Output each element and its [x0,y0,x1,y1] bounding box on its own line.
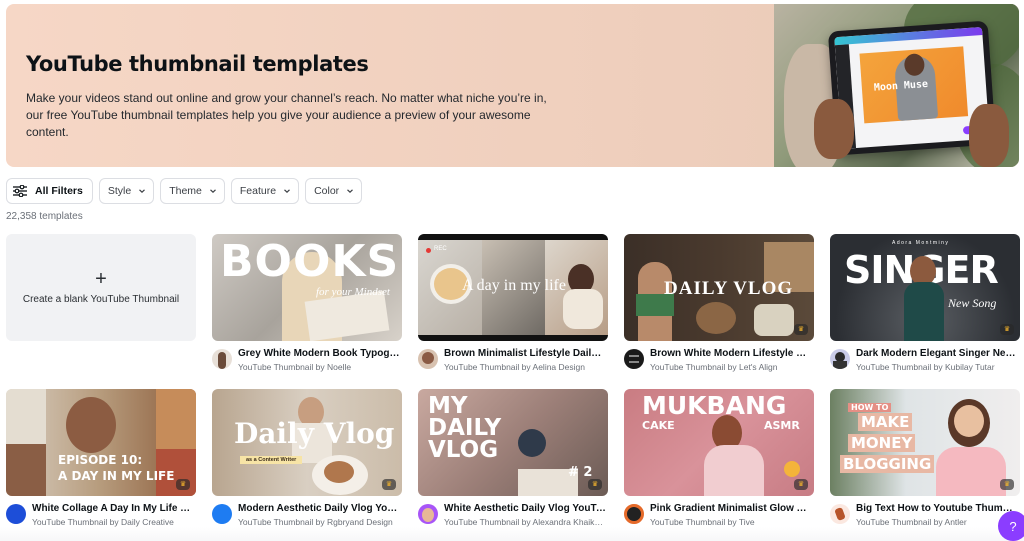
template-title[interactable]: White Collage A Day In My Life Vlo... [32,503,194,515]
thumbnail-subtext: # 2 [568,465,593,480]
create-blank-label: Create a blank YouTube Thumbnail [22,294,180,305]
template-title[interactable]: Pink Gradient Minimalist Glow You... [650,503,812,515]
template-card[interactable]: REC A day in my life Brown Minimalist Li… [418,234,608,374]
thumbnail-headline: MUKBANG [642,391,787,420]
filter-color-dropdown[interactable]: Color [305,178,363,204]
thumbnail-subtext: CAKE [642,419,675,432]
page-title: YouTube thumbnail templates [26,52,369,76]
template-card[interactable]: HOW TO MAKE MONEY BLOGGING ♛ Big Text Ho… [830,389,1020,529]
hero-image: Moon Muse [774,4,1019,167]
hero-banner: YouTube thumbnail templates Make your vi… [6,4,1019,167]
chevron-down-icon [139,189,146,194]
template-count: 22,358 templates [6,211,83,222]
creator-avatar [212,349,232,369]
template-thumbnail[interactable]: Daily Vlog as a Content Writer ♛ [212,389,402,496]
thumbnail-headline: BOOKS [220,236,400,287]
creator-avatar [418,349,438,369]
template-thumbnail[interactable]: EPISODE 10: A DAY IN MY LIFE ♛ [6,389,196,496]
filter-label: Style [107,185,132,197]
template-card[interactable]: Daily Vlog as a Content Writer ♛ Modern … [212,389,402,529]
scroll-fade [0,527,1024,541]
crown-icon: ♛ [176,479,190,490]
template-card[interactable]: DAILY VLOG ♛ Brown White Modern Lifestyl… [624,234,814,374]
template-creator: YouTube Thumbnail by Kubilay Tutar [856,362,995,372]
template-card[interactable]: MY DAILY VLOG # 2 ♛ White Aesthetic Dail… [418,389,608,529]
template-thumbnail[interactable]: HOW TO MAKE MONEY BLOGGING ♛ [830,389,1020,496]
template-card[interactable]: Adora Montminy SINGER New Song ♛ Dark Mo… [830,234,1020,374]
template-title[interactable]: Big Text How to Youtube Thumbnail [856,503,1018,515]
plus-icon: + [95,268,107,290]
template-card[interactable]: EPISODE 10: A DAY IN MY LIFE ♛ White Col… [6,389,196,529]
thumbnail-subtext-3: BLOGGING [840,455,935,473]
template-thumbnail[interactable]: REC A day in my life [418,234,608,341]
template-thumbnail[interactable]: MUKBANG CAKE ASMR ♛ [624,389,814,496]
help-button[interactable]: ? [998,511,1024,541]
filter-label: Feature [239,185,277,197]
creator-avatar [830,349,850,369]
thumbnail-top-text: Adora Montminy [892,240,950,246]
filter-feature-dropdown[interactable]: Feature [230,178,300,204]
chevron-down-icon [347,189,354,194]
creator-avatar [624,349,644,369]
template-thumbnail[interactable]: Adora Montminy SINGER New Song ♛ [830,234,1020,341]
rec-label: REC [434,246,447,252]
filter-label: Color [314,185,340,197]
thumbnail-headline: A day in my life [462,277,566,294]
crown-icon: ♛ [794,479,808,490]
filter-label: Theme [169,185,202,197]
all-filters-label: All Filters [35,185,83,197]
template-card[interactable]: BOOKS for your Mindset Grey White Modern… [212,234,402,374]
creator-avatar [212,504,232,524]
crown-icon: ♛ [794,324,808,335]
creator-avatar [6,504,26,524]
creator-avatar [418,504,438,524]
question-icon: ? [1009,518,1017,534]
filter-bar: All Filters Style Theme Feature Color [6,178,363,204]
crown-icon: ♛ [382,479,396,490]
template-thumbnail[interactable]: MY DAILY VLOG # 2 ♛ [418,389,608,496]
thumbnail-subtext: for your Mindset [316,286,390,298]
thumbnail-headline: HOW TO [848,403,892,412]
thumbnail-headline: DAILY VLOG [664,278,794,299]
all-filters-button[interactable]: All Filters [6,178,93,204]
thumbnail-headline: Daily Vlog [234,417,395,450]
thumbnail-subtext: as a Content Writer [240,456,303,464]
thumbnail-subtext-2: MONEY [848,434,916,452]
template-title[interactable]: Modern Aesthetic Daily Vlog Youtu... [238,503,400,515]
creator-avatar [624,504,644,524]
template-creator: YouTube Thumbnail by Noelle [238,362,352,372]
thumbnail-subtext-2: ASMR [764,419,800,432]
create-blank-thumbnail-button[interactable]: + Create a blank YouTube Thumbnail [6,234,196,341]
template-title[interactable]: White Aesthetic Daily Vlog YouTub... [444,503,606,515]
thumbnail-headline: MY DAILY VLOG [428,393,502,463]
chevron-down-icon [284,189,290,194]
template-creator: YouTube Thumbnail by Aelina Design [444,362,585,372]
template-title[interactable]: Dark Modern Elegant Singer New S... [856,348,1018,360]
template-card[interactable]: MUKBANG CAKE ASMR ♛ Pink Gradient Minima… [624,389,814,529]
template-creator: YouTube Thumbnail by Let's Align [650,362,778,372]
template-thumbnail[interactable]: BOOKS for your Mindset [212,234,402,341]
thumbnail-subtext: MAKE [858,413,913,431]
template-title[interactable]: Grey White Modern Book Typograp... [238,348,400,360]
thumbnail-subtext: A DAY IN MY LIFE [58,469,175,483]
crown-icon: ♛ [1000,324,1014,335]
filter-style-dropdown[interactable]: Style [98,178,155,204]
chevron-down-icon [209,189,216,194]
thumbnail-subtext: New Song [948,296,997,310]
filter-theme-dropdown[interactable]: Theme [160,178,225,204]
template-title[interactable]: Brown Minimalist Lifestyle Daily Vl... [444,348,606,360]
creator-avatar [830,504,850,524]
template-thumbnail[interactable]: DAILY VLOG ♛ [624,234,814,341]
crown-icon: ♛ [588,479,602,490]
template-title[interactable]: Brown White Modern Lifestyle Vlo... [650,348,812,360]
page-description: Make your videos stand out online and gr… [26,91,547,139]
crown-icon: ♛ [1000,479,1014,490]
thumbnail-headline: EPISODE 10: [58,453,143,467]
sliders-icon [13,185,27,197]
